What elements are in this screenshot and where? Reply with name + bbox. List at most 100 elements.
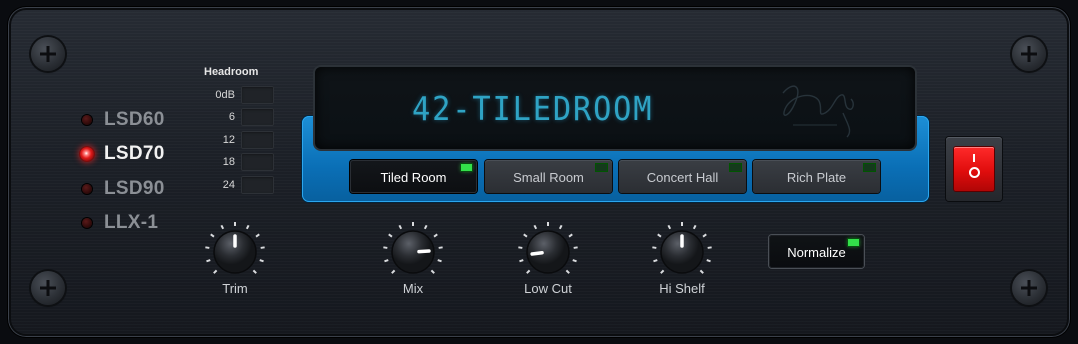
knob-pointer [530, 251, 544, 256]
model-label: LLX-1 [104, 212, 159, 233]
headroom-row: 24 [205, 176, 274, 194]
knob-tick [652, 246, 657, 249]
knob-tick [433, 233, 438, 238]
model-led [82, 115, 92, 125]
headroom-level-label: 12 [222, 134, 235, 146]
headroom-meter-cell [241, 131, 274, 149]
hi-shelf-knob-label: Hi Shelf [659, 281, 705, 296]
mix-knob-label: Mix [402, 281, 424, 296]
mix-knob[interactable] [381, 219, 445, 283]
knob-tick [653, 259, 658, 263]
headroom-row: 12 [205, 131, 274, 149]
knob-tick [702, 233, 707, 238]
knob-tick [707, 246, 712, 249]
normalize-button[interactable]: Normalize [769, 235, 864, 268]
knob-tick [206, 259, 211, 263]
preset-led [730, 164, 741, 171]
knob-graphic [205, 222, 265, 274]
knob-tick [523, 233, 528, 238]
knob-tick [430, 269, 435, 274]
model-label: LSD60 [104, 109, 165, 130]
screw-icon [31, 37, 65, 71]
knob-tick [260, 246, 265, 249]
model-led [80, 147, 94, 161]
model-label: LSD70 [104, 143, 165, 164]
trim-knob-label: Trim [222, 281, 248, 296]
knob-pointer [417, 249, 431, 254]
model-label: LSD90 [104, 178, 165, 199]
headroom-title: Headroom [204, 66, 259, 78]
knob-tick [667, 224, 672, 230]
knob-tick [245, 224, 250, 230]
normalize-label: Normalize [787, 245, 846, 260]
preset-tiled-room[interactable]: Tiled Room [350, 160, 477, 193]
knob-tick [437, 259, 442, 263]
knob-tick [526, 269, 531, 274]
preset-led [461, 164, 472, 171]
headroom-meter-cell [241, 153, 274, 171]
preset-concert-hall[interactable]: Concert Hall [619, 160, 746, 193]
headroom-meter-cell [241, 86, 274, 104]
knob-tick [391, 269, 396, 274]
knob-tick [660, 269, 665, 274]
preset-label: Small Room [513, 170, 584, 185]
knob-body [526, 230, 570, 274]
model-lsd90[interactable]: LSD90 [82, 178, 165, 200]
knob-tick [255, 233, 260, 238]
knob-tick [657, 233, 662, 238]
model-led [82, 184, 92, 194]
power-switch[interactable] [946, 137, 1002, 201]
hi-shelf-knob[interactable] [650, 219, 714, 283]
knob-tick [252, 269, 257, 274]
model-lsd70[interactable]: LSD70 [80, 143, 165, 165]
model-lsd60[interactable]: LSD60 [82, 109, 165, 131]
knob-tick [533, 224, 538, 230]
screw-icon [31, 271, 65, 305]
knob-graphic [652, 222, 712, 274]
knob-tick [572, 259, 577, 263]
knob-tick [383, 246, 388, 249]
knob-tick [699, 269, 704, 274]
knob-tick [259, 259, 264, 263]
preset-rich-plate[interactable]: Rich Plate [753, 160, 880, 193]
screw-icon [1012, 37, 1046, 71]
low-cut-knob[interactable] [516, 219, 580, 283]
preset-label: Concert Hall [646, 170, 719, 185]
knob-tick [558, 224, 563, 230]
preset-label: Tiled Room [380, 170, 447, 185]
knob-tick [384, 259, 389, 263]
model-led [82, 218, 92, 228]
headroom-row: 6 [205, 108, 274, 126]
knob-tick [220, 224, 225, 230]
headroom-meter-cell [241, 176, 274, 194]
knob-graphic [518, 222, 578, 274]
preset-small-room[interactable]: Small Room [485, 160, 612, 193]
preset-label: Rich Plate [786, 170, 847, 185]
screw-icon [1012, 271, 1046, 305]
headroom-meter-cell [241, 108, 274, 126]
knob-tick [205, 246, 210, 249]
knob-tick [388, 233, 393, 238]
headroom-level-label: 6 [228, 111, 235, 123]
preset-led [596, 164, 607, 171]
knob-tick [568, 233, 573, 238]
headroom-level-label: 18 [222, 156, 235, 168]
preset-display: 42-TILEDROOM [315, 67, 915, 149]
knob-tick [692, 224, 697, 230]
knob-tick [210, 233, 215, 238]
knob-tick [565, 269, 570, 274]
trim-knob[interactable] [203, 219, 267, 283]
preset-display-text: 42-TILEDROOM [412, 89, 654, 128]
knob-tick [706, 259, 711, 263]
knob-tick [438, 246, 443, 249]
headroom-level-label: 0dB [215, 89, 235, 101]
knob-graphic [383, 222, 443, 274]
knob-tick [519, 259, 524, 263]
knob-tick [423, 224, 428, 230]
normalize-led [848, 239, 859, 246]
power-icon [954, 147, 994, 191]
headroom-level-label: 24 [222, 179, 235, 191]
headroom-row: 0dB [205, 86, 274, 104]
model-llx-1[interactable]: LLX-1 [82, 212, 158, 234]
signature-logo [782, 85, 854, 138]
